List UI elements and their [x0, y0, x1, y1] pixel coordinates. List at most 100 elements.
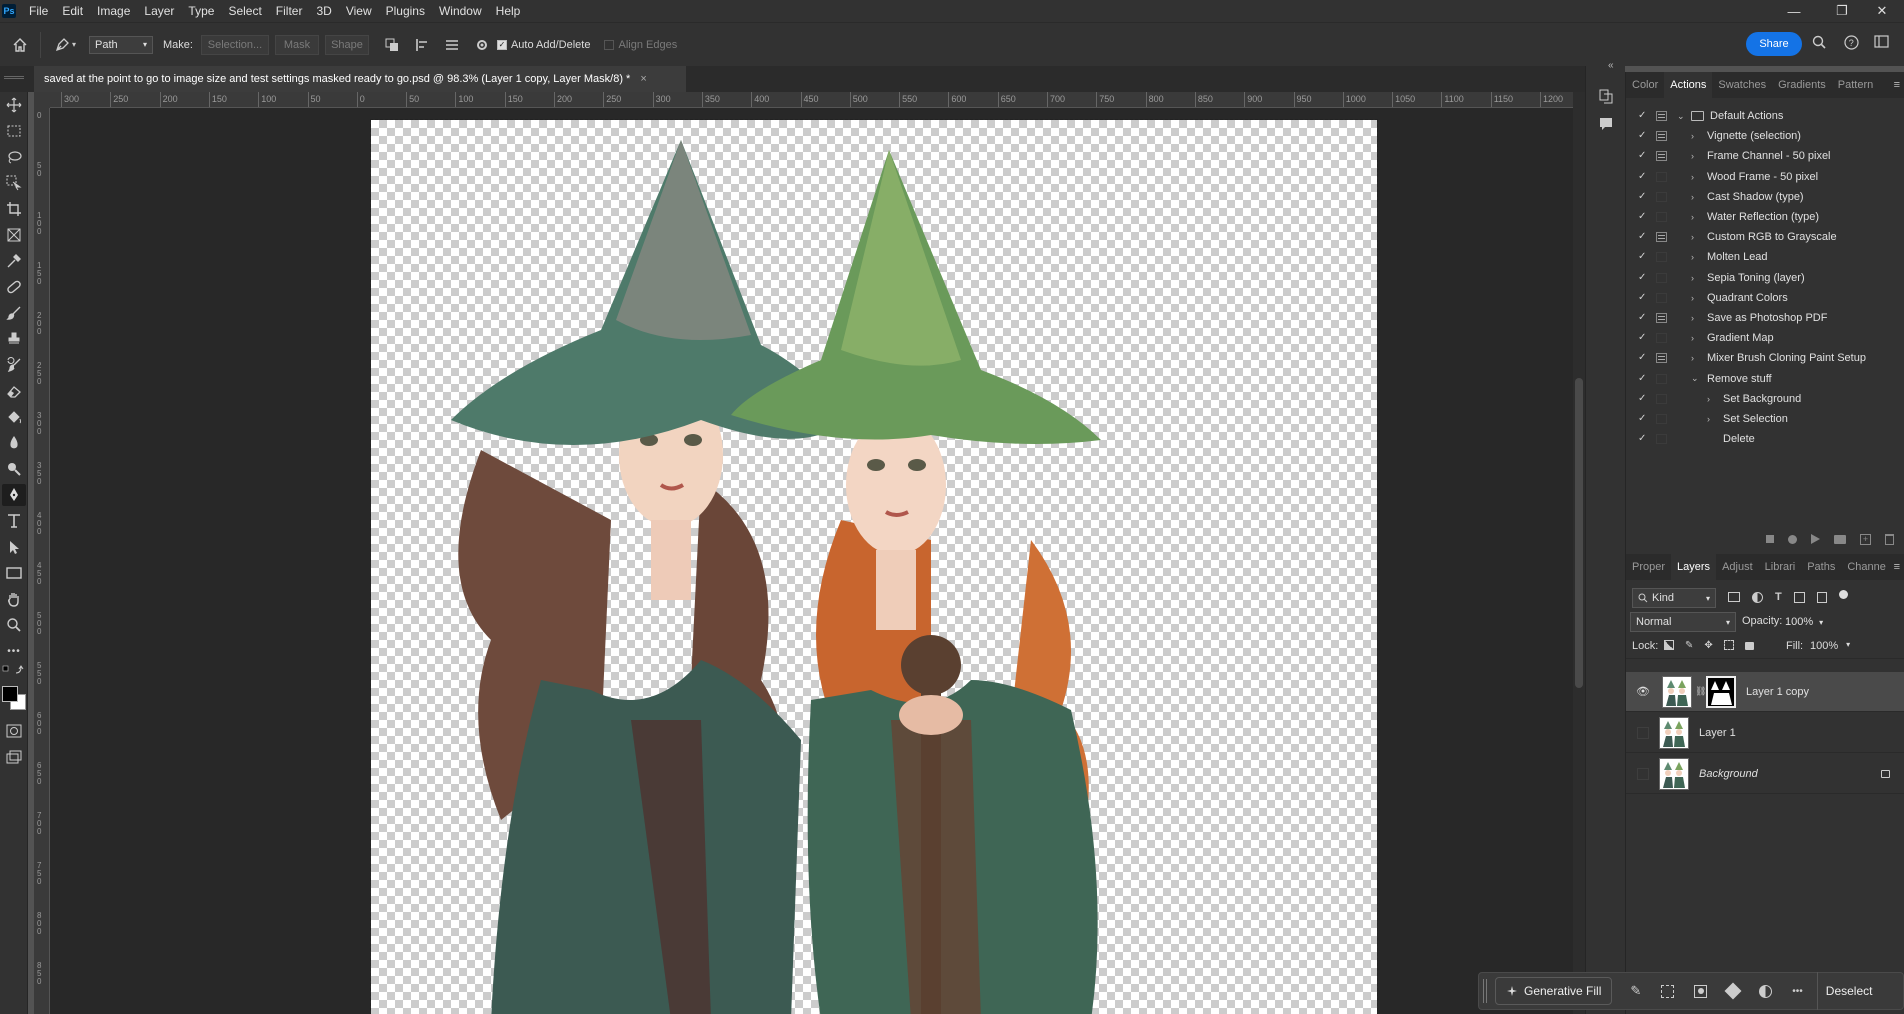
visibility-off-box[interactable]	[1637, 726, 1649, 739]
document-tab[interactable]: saved at the point to go to image size a…	[34, 66, 686, 92]
align-edges-toggle[interactable]: Align Edges	[604, 39, 677, 51]
make-shape-button[interactable]: Shape	[324, 34, 369, 55]
checkmark-icon[interactable]: ✓	[1638, 252, 1648, 262]
frame-tool-icon[interactable]	[2, 224, 26, 246]
dialog-toggle-icon[interactable]	[1656, 151, 1667, 162]
layers-tab-channe[interactable]: Channe	[1841, 554, 1892, 580]
adjustment-layer-filter-icon[interactable]	[1752, 591, 1763, 603]
action-row[interactable]: ✓ › Cast Shadow (type)	[1626, 187, 1904, 207]
layer-name[interactable]: Layer 1	[1699, 727, 1736, 739]
chevron-right-icon[interactable]: ›	[1707, 394, 1717, 404]
path-selection-tool-icon[interactable]	[2, 536, 26, 558]
menu-item-image[interactable]: Image	[90, 0, 137, 22]
menu-item-view[interactable]: View	[339, 0, 379, 22]
opacity-input[interactable]: 100% ▾	[1780, 612, 1823, 632]
action-row[interactable]: ✓ › Custom RGB to Grayscale	[1626, 227, 1904, 247]
layers-tab-adjust[interactable]: Adjust	[1716, 554, 1759, 580]
chevron-right-icon[interactable]: ›	[1691, 232, 1701, 242]
checkmark-icon[interactable]: ✓	[1638, 151, 1648, 161]
lock-artboard-icon[interactable]	[1723, 640, 1734, 650]
menu-item-plugins[interactable]: Plugins	[379, 0, 432, 22]
shape-layer-filter-icon[interactable]	[1793, 591, 1805, 603]
history-panel-icon[interactable]	[1598, 88, 1614, 107]
generative-fill-button[interactable]: Generative Fill	[1495, 977, 1613, 1005]
foreground-color-swatch[interactable]	[2, 686, 18, 702]
search-icon[interactable]	[1810, 35, 1828, 49]
history-brush-tool-icon[interactable]	[2, 354, 26, 376]
action-row[interactable]: ✓ › Frame Channel - 50 pixel	[1626, 146, 1904, 166]
checkmark-icon[interactable]: ✓	[1638, 292, 1648, 303]
type-tool-icon[interactable]	[2, 510, 26, 532]
visibility-eye-icon[interactable]: 👁	[1634, 685, 1652, 698]
toolbar-grip-icon[interactable]	[4, 76, 24, 79]
trash-icon[interactable]	[1885, 533, 1894, 545]
healing-brush-tool-icon[interactable]	[2, 276, 26, 298]
pixel-layer-filter-icon[interactable]	[1728, 592, 1740, 602]
pen-tool-icon[interactable]	[2, 484, 26, 506]
dialog-toggle-empty[interactable]	[1656, 171, 1667, 182]
layer-mask-thumbnail[interactable]	[1706, 675, 1736, 708]
hand-tool-icon[interactable]	[2, 588, 26, 610]
menu-item-select[interactable]: Select	[221, 0, 268, 22]
dialog-toggle-empty[interactable]	[1656, 252, 1667, 263]
chevron-down-icon[interactable]: ⌄	[1691, 373, 1701, 384]
document-canvas[interactable]	[370, 119, 1378, 1014]
chevron-right-icon[interactable]: ›	[1691, 273, 1701, 283]
clone-stamp-tool-icon[interactable]	[2, 328, 26, 350]
blur-tool-icon[interactable]	[2, 432, 26, 454]
action-row[interactable]: ✓ › Gradient Map	[1626, 328, 1904, 348]
comments-panel-icon[interactable]	[1598, 116, 1614, 135]
menu-item-window[interactable]: Window	[432, 0, 489, 22]
share-button[interactable]: Share	[1746, 32, 1802, 56]
checkmark-icon[interactable]: ✓	[1638, 232, 1648, 242]
vertical-scrollbar[interactable]	[1573, 92, 1585, 1014]
action-row[interactable]: ✓ › Molten Lead	[1626, 247, 1904, 267]
chain-link-icon[interactable]: ⛓	[1695, 686, 1706, 697]
color-swatches[interactable]	[2, 684, 28, 712]
path-arrangement-icon[interactable]	[437, 38, 467, 52]
layer-name[interactable]: Layer 1 copy	[1746, 686, 1809, 698]
close-window-button[interactable]: ✕	[1860, 0, 1904, 22]
dialog-toggle-icon[interactable]	[1656, 313, 1667, 323]
blend-mode-select[interactable]: Normal ▾	[1630, 612, 1736, 632]
chevron-down-icon[interactable]: ▾	[1846, 640, 1850, 652]
eyedropper-tool-icon[interactable]	[2, 250, 26, 272]
object-selection-tool-icon[interactable]	[2, 172, 26, 194]
checkmark-icon[interactable]: ✓	[1638, 111, 1648, 121]
rectangular-marquee-tool-icon[interactable]	[2, 120, 26, 142]
chevron-right-icon[interactable]: ›	[1691, 131, 1701, 141]
menu-item-edit[interactable]: Edit	[55, 0, 90, 22]
menu-item-filter[interactable]: Filter	[269, 0, 310, 22]
record-icon[interactable]	[1788, 534, 1797, 544]
dialog-toggle-empty[interactable]	[1656, 272, 1667, 283]
layer-thumbnail[interactable]	[1659, 716, 1689, 749]
type-layer-filter-icon[interactable]: T	[1775, 591, 1782, 603]
dialog-toggle-icon[interactable]	[1656, 232, 1667, 243]
make-selection-button[interactable]: Selection...	[200, 34, 269, 55]
lasso-tool-icon[interactable]	[2, 146, 26, 168]
eraser-tool-icon[interactable]	[2, 380, 26, 402]
lock-all-icon[interactable]	[1744, 642, 1754, 650]
action-row[interactable]: ✓ ⌄ Remove stuff	[1626, 369, 1904, 389]
chevron-right-icon[interactable]: ›	[1691, 192, 1701, 202]
action-row[interactable]: ✓ › Set Background	[1626, 389, 1904, 409]
modify-selection-icon[interactable]: ✎	[1630, 983, 1641, 999]
action-row[interactable]: ✓ › Save as Photoshop PDF	[1626, 308, 1904, 328]
dialog-toggle-icon[interactable]	[1656, 353, 1667, 364]
checkbox-unchecked-icon[interactable]	[604, 39, 615, 50]
move-tool-icon[interactable]	[2, 94, 26, 116]
fill-selection-icon[interactable]	[1724, 982, 1742, 1000]
checkmark-icon[interactable]: ✓	[1638, 353, 1648, 363]
actions-tab-swatches[interactable]: Swatches	[1712, 72, 1772, 98]
path-alignment-icon[interactable]	[407, 38, 437, 52]
checkmark-icon[interactable]: ✓	[1638, 171, 1648, 182]
layers-panel-menu-icon[interactable]: ≡	[1894, 561, 1900, 573]
checkbox-checked-icon[interactable]: ✓	[496, 39, 507, 50]
new-set-folder-icon[interactable]	[1834, 534, 1846, 544]
lock-transparent-pixels-icon[interactable]	[1664, 640, 1674, 650]
layers-tab-layers[interactable]: Layers	[1671, 554, 1717, 580]
play-icon[interactable]	[1811, 534, 1820, 544]
layer-filter-kind-select[interactable]: Kind ▾	[1632, 588, 1716, 608]
layer-thumbnail[interactable]	[1659, 757, 1689, 790]
photoshop-logo-icon[interactable]: Ps	[2, 4, 16, 18]
